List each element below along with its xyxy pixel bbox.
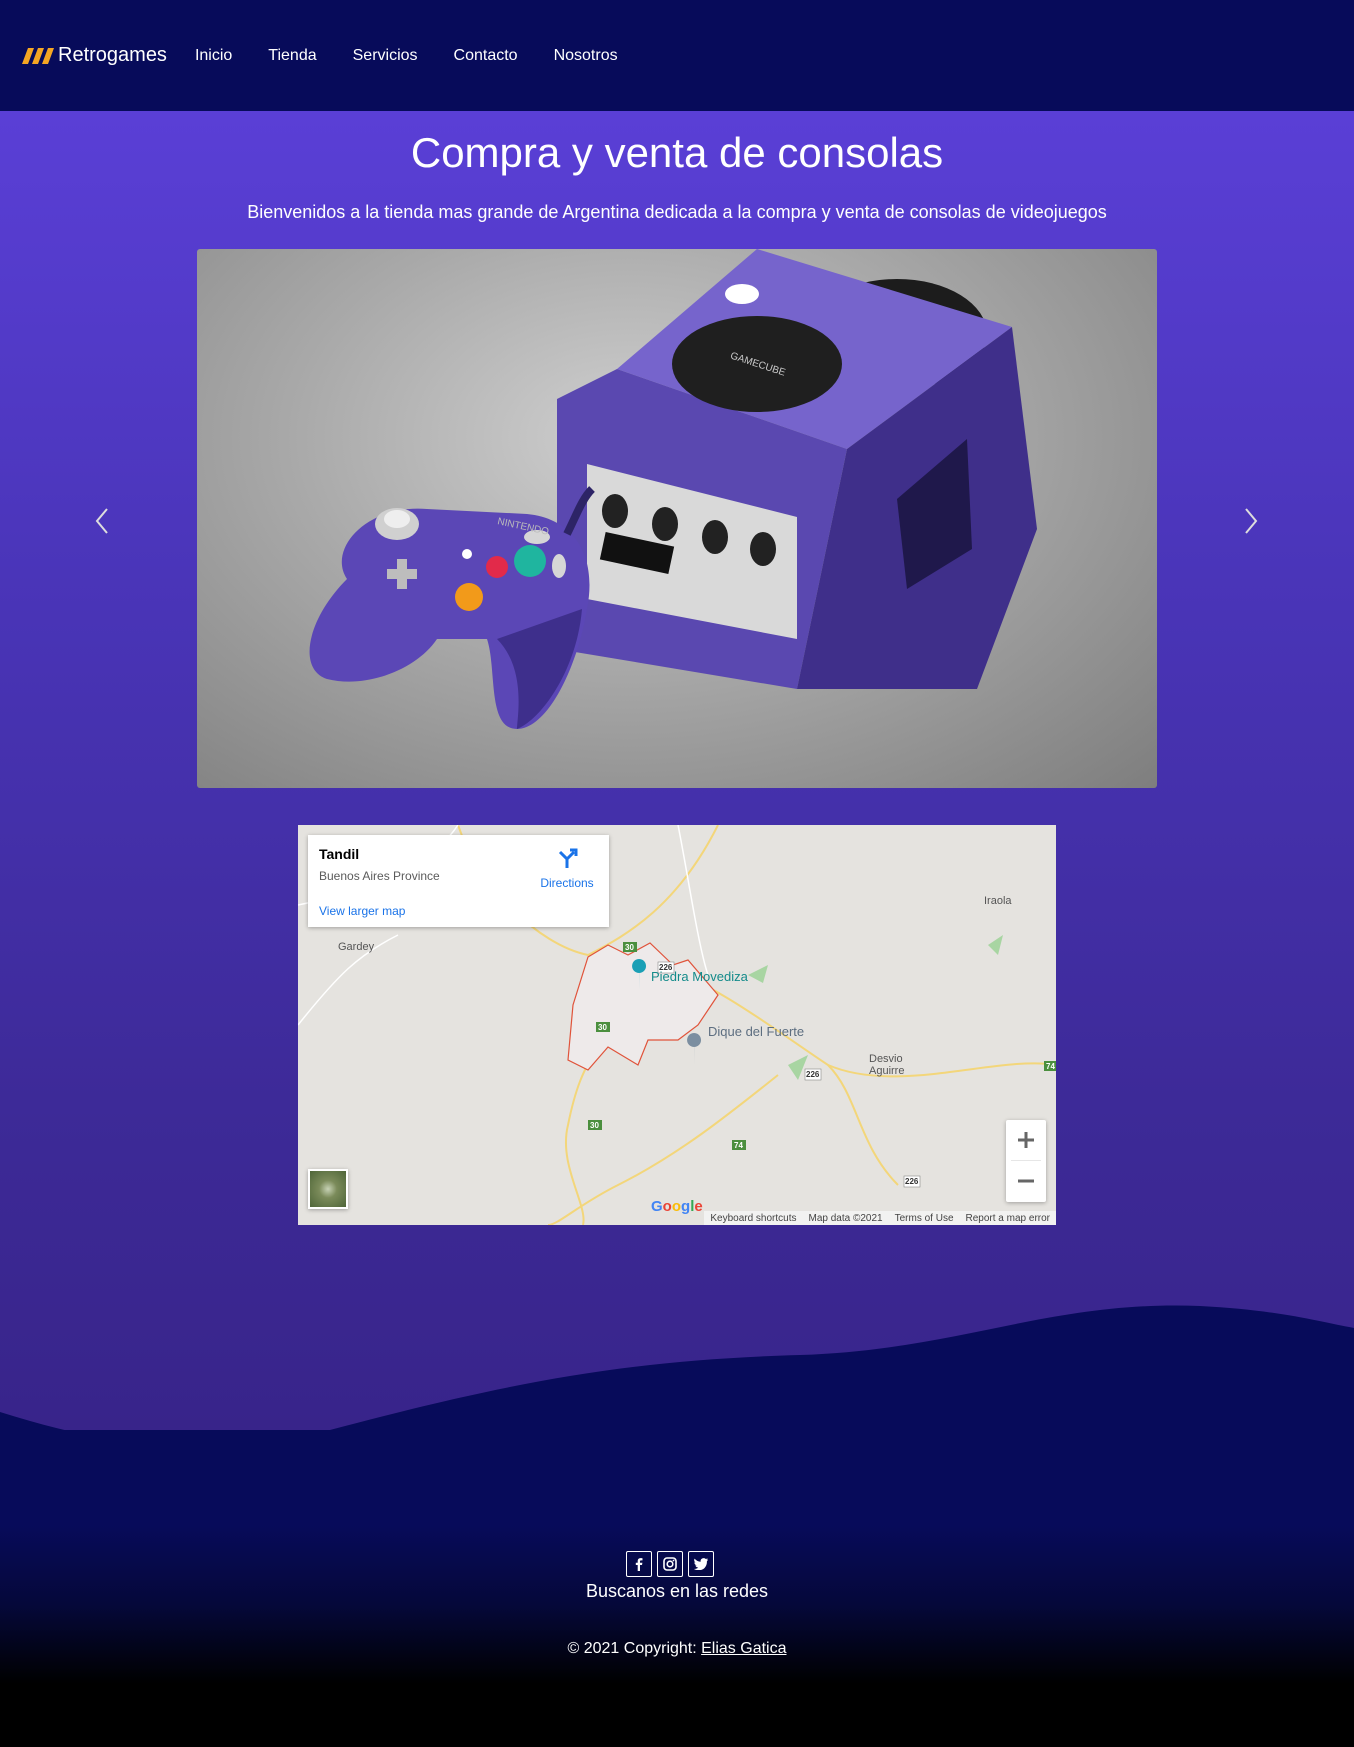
footer-wave (0, 1305, 1354, 1440)
carousel-prev-icon[interactable] (92, 501, 112, 541)
road-badge: 30 (625, 943, 634, 952)
footer: Buscanos en las redes © 2021 Copyright: … (0, 1430, 1354, 1747)
road-badge: 226 (806, 1070, 820, 1079)
directions-icon (558, 848, 578, 868)
directions-label: Directions (540, 876, 594, 890)
map-data-text: Map data ©2021 (808, 1212, 883, 1224)
main-section: Compra y venta de consolas Bienvenidos a… (0, 111, 1354, 1431)
road-badge: 30 (590, 1121, 599, 1130)
plus-icon (1018, 1132, 1034, 1148)
map-label-aguirre: Aguirre (869, 1065, 905, 1077)
location-map[interactable]: 30 226 30 226 30 74 226 74 Iraola Gardey… (298, 825, 1056, 1225)
brand[interactable]: Retrogames (22, 44, 167, 67)
report-error-link[interactable]: Report a map error (966, 1213, 1050, 1224)
facebook-button[interactable] (626, 1551, 652, 1577)
minus-icon (1018, 1179, 1034, 1183)
poi-dique-del-fuerte[interactable]: Dique del Fuerte (708, 1024, 804, 1039)
gamecube-image: GAMECUBE NINTENDO (309, 249, 1037, 729)
nav-inicio[interactable]: Inicio (195, 47, 232, 65)
product-carousel[interactable]: GAMECUBE NINTENDO (197, 249, 1157, 788)
nav-links: Inicio Tienda Servicios Contacto Nosotro… (195, 47, 654, 65)
carousel-next-icon[interactable] (1241, 501, 1261, 541)
twitter-icon (694, 1558, 708, 1570)
nav-contacto[interactable]: Contacto (454, 47, 518, 65)
navbar: Retrogames Inicio Tienda Servicios Conta… (0, 0, 1354, 111)
instagram-icon (663, 1557, 677, 1571)
zoom-in-button[interactable] (1006, 1120, 1046, 1160)
zoom-control (1006, 1120, 1046, 1202)
map-label-iraola: Iraola (984, 895, 1012, 907)
road-badge: 30 (598, 1023, 607, 1032)
logo-stripes-icon (22, 47, 54, 64)
hero-subtitle: Bienvenidos a la tienda mas grande de Ar… (247, 202, 1107, 222)
road-badge: 74 (1046, 1062, 1055, 1071)
brand-name: Retrogames (58, 44, 167, 66)
road-badge: 226 (905, 1177, 919, 1186)
hero-title: Compra y venta de consolas (410, 129, 944, 176)
map-info-card: Tandil Buenos Aires Province View larger… (308, 835, 609, 927)
map-place-region: Buenos Aires Province (319, 869, 440, 883)
copyright-text: © 2021 Copyright: (567, 1640, 702, 1657)
poi-piedra-movediza[interactable]: Piedra Movediza (651, 969, 748, 984)
instagram-button[interactable] (657, 1551, 683, 1577)
copyright: © 2021 Copyright: Elias Gatica (0, 1640, 1354, 1658)
social-links (626, 1551, 719, 1577)
keyboard-shortcuts-link[interactable]: Keyboard shortcuts (710, 1213, 796, 1224)
map-label-gardey: Gardey (338, 941, 375, 953)
author-link[interactable]: Elias Gatica (701, 1640, 786, 1657)
twitter-button[interactable] (688, 1551, 714, 1577)
facebook-icon (635, 1558, 643, 1571)
road-badge: 74 (734, 1141, 743, 1150)
directions-button[interactable]: Directions (536, 847, 598, 890)
map-place-name: Tandil (319, 846, 360, 862)
social-caption: Buscanos en las redes (585, 1581, 769, 1601)
nav-tienda[interactable]: Tienda (268, 47, 316, 65)
terms-link[interactable]: Terms of Use (895, 1213, 954, 1224)
pin-icon[interactable] (687, 1033, 702, 1065)
satellite-toggle[interactable] (308, 1169, 348, 1209)
map-footer: Keyboard shortcuts Map data ©2021 Terms … (704, 1211, 1056, 1225)
nav-servicios[interactable]: Servicios (353, 47, 418, 65)
map-label-desvio: Desvio (869, 1053, 903, 1065)
google-logo: Google (651, 1198, 703, 1215)
view-larger-map-link[interactable]: View larger map (319, 904, 405, 918)
nav-nosotros[interactable]: Nosotros (554, 47, 618, 65)
zoom-out-button[interactable] (1006, 1161, 1046, 1201)
